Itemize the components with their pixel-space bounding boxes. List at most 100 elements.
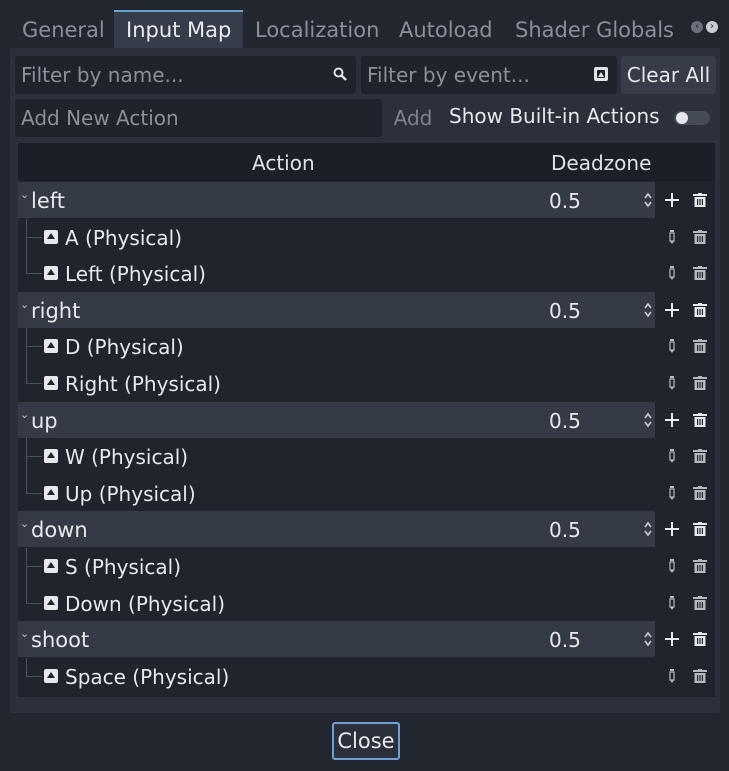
spin-arrows-icon[interactable]: [643, 301, 653, 319]
tab-localization[interactable]: Localization: [243, 10, 391, 48]
action-name[interactable]: shoot: [31, 621, 89, 659]
remove-event-trash-icon[interactable]: [688, 438, 712, 474]
remove-event-trash-icon[interactable]: [688, 328, 712, 364]
clear-all-button[interactable]: Clear All: [621, 56, 716, 94]
event-row[interactable]: Right (Physical): [18, 365, 715, 401]
collapse-caret-icon[interactable]: ⌄: [20, 627, 29, 640]
spin-arrows-icon[interactable]: [643, 411, 653, 429]
remove-action-trash-icon[interactable]: [688, 621, 712, 657]
add-new-action-input[interactable]: [21, 99, 382, 137]
edit-event-pencil-icon[interactable]: [660, 438, 684, 474]
action-row-up[interactable]: ⌄ up 0.5: [18, 401, 715, 440]
edit-event-pencil-icon[interactable]: [660, 658, 684, 694]
tree-connector: [26, 273, 42, 275]
event-row[interactable]: Left (Physical): [18, 255, 715, 291]
remove-event-trash-icon[interactable]: [688, 585, 712, 621]
remove-event-trash-icon[interactable]: [688, 475, 712, 511]
action-name[interactable]: left: [31, 182, 65, 220]
keyboard-event-icon: [44, 376, 58, 390]
remove-event-trash-icon[interactable]: [688, 219, 712, 255]
remove-action-trash-icon[interactable]: [688, 182, 712, 218]
action-name[interactable]: down: [31, 511, 88, 549]
edit-event-pencil-icon[interactable]: [660, 475, 684, 511]
close-button[interactable]: Close: [332, 722, 400, 760]
event-row[interactable]: A (Physical): [18, 219, 715, 255]
edit-event-pencil-icon[interactable]: [660, 255, 684, 291]
tab-input-map[interactable]: Input Map: [114, 10, 244, 48]
remove-action-trash-icon[interactable]: [688, 402, 712, 438]
keyboard-event-icon[interactable]: [593, 66, 609, 82]
edit-event-pencil-icon[interactable]: [660, 548, 684, 584]
remove-event-trash-icon[interactable]: [688, 255, 712, 291]
spin-arrows-icon[interactable]: [643, 191, 653, 209]
event-name[interactable]: Space (Physical): [65, 658, 229, 696]
action-name[interactable]: up: [31, 402, 58, 440]
collapse-caret-icon[interactable]: ⌄: [20, 517, 29, 530]
add-event-plus-icon[interactable]: [660, 292, 684, 328]
event-row[interactable]: D (Physical): [18, 328, 715, 364]
add-new-action-field[interactable]: [15, 99, 382, 137]
event-name[interactable]: Up (Physical): [65, 475, 196, 513]
scroll-right-icon[interactable]: ›: [706, 21, 718, 33]
action-row-right[interactable]: ⌄ right 0.5: [18, 291, 715, 330]
add-event-plus-icon[interactable]: [660, 511, 684, 547]
tree-vertical-line: [26, 218, 27, 274]
add-event-plus-icon[interactable]: [660, 621, 684, 657]
action-row-shoot[interactable]: ⌄ shoot 0.5: [18, 621, 715, 659]
deadzone-value[interactable]: 0.5: [549, 402, 581, 440]
event-row[interactable]: Up (Physical): [18, 475, 715, 511]
tab-general[interactable]: General: [10, 10, 117, 48]
toggle-knob: [676, 112, 688, 124]
deadzone-value[interactable]: 0.5: [549, 292, 581, 330]
edit-event-pencil-icon[interactable]: [660, 585, 684, 621]
deadzone-value[interactable]: 0.5: [549, 182, 581, 220]
remove-event-trash-icon[interactable]: [688, 548, 712, 584]
event-name[interactable]: S (Physical): [65, 548, 181, 586]
event-name[interactable]: Down (Physical): [65, 585, 225, 623]
action-row-left[interactable]: ⌄ left 0.5: [18, 182, 715, 218]
tree-connector: [26, 566, 42, 567]
deadzone-value[interactable]: 0.5: [549, 621, 581, 659]
action-row-down[interactable]: ⌄ down 0.5: [18, 511, 715, 549]
filter-by-name-input[interactable]: [21, 56, 356, 94]
scroll-left-icon[interactable]: ‹: [691, 21, 703, 33]
event-name[interactable]: W (Physical): [65, 438, 188, 476]
filter-by-event-input[interactable]: [367, 56, 617, 94]
tab-shader-globals[interactable]: Shader Globals: [503, 10, 686, 48]
collapse-caret-icon[interactable]: ⌄: [20, 188, 29, 201]
action-name[interactable]: right: [31, 292, 80, 330]
filter-by-name-field[interactable]: [15, 56, 356, 94]
show-builtin-actions-toggle[interactable]: [674, 111, 710, 125]
remove-event-trash-icon[interactable]: [688, 658, 712, 694]
add-button[interactable]: Add: [386, 99, 440, 137]
event-row[interactable]: Space (Physical): [18, 658, 715, 694]
keyboard-event-icon: [44, 559, 58, 573]
keyboard-event-icon: [44, 266, 58, 281]
event-name[interactable]: A (Physical): [65, 219, 182, 257]
tab-autoload[interactable]: Autoload: [387, 10, 505, 48]
filter-by-event-field[interactable]: [361, 56, 617, 94]
edit-event-pencil-icon[interactable]: [660, 219, 684, 255]
remove-event-trash-icon[interactable]: [688, 365, 712, 401]
spin-arrows-icon[interactable]: [643, 630, 653, 648]
event-name[interactable]: Right (Physical): [65, 365, 221, 403]
tree-vertical-line: [26, 548, 27, 603]
remove-action-trash-icon[interactable]: [688, 292, 712, 328]
add-event-plus-icon[interactable]: [660, 182, 684, 218]
event-row[interactable]: S (Physical): [18, 548, 715, 584]
search-icon: [333, 67, 347, 81]
add-event-plus-icon[interactable]: [660, 402, 684, 438]
edit-event-pencil-icon[interactable]: [660, 365, 684, 401]
spin-arrows-icon[interactable]: [643, 520, 653, 538]
tree-connector: [26, 346, 42, 348]
event-row[interactable]: Down (Physical): [18, 585, 715, 621]
collapse-caret-icon[interactable]: ⌄: [20, 408, 29, 421]
event-name[interactable]: D (Physical): [65, 328, 184, 366]
tree-header: Action Deadzone: [18, 143, 715, 181]
collapse-caret-icon[interactable]: ⌄: [20, 298, 29, 311]
edit-event-pencil-icon[interactable]: [660, 328, 684, 364]
event-row[interactable]: W (Physical): [18, 438, 715, 474]
event-name[interactable]: Left (Physical): [65, 255, 206, 293]
deadzone-value[interactable]: 0.5: [549, 511, 581, 549]
remove-action-trash-icon[interactable]: [688, 511, 712, 547]
